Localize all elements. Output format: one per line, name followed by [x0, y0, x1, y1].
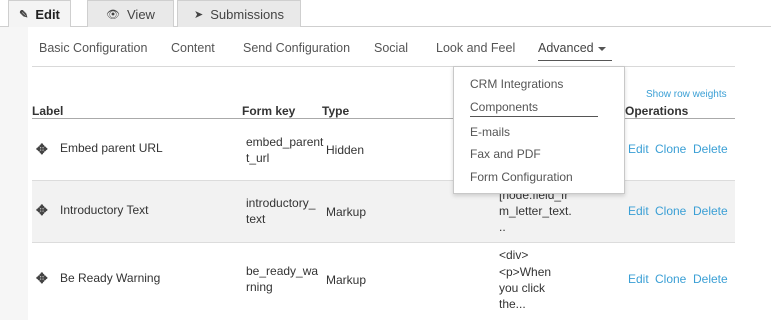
subtab-advanced-label: Advanced: [538, 41, 594, 55]
menu-item-fax-and-pdf[interactable]: Fax and PDF: [470, 147, 541, 161]
header-operations: Operations: [625, 104, 689, 118]
drag-handle-icon[interactable]: ✥: [36, 141, 48, 158]
row-value-line1: <div>: [499, 248, 529, 262]
drag-handle-icon[interactable]: ✥: [36, 202, 48, 219]
delete-link[interactable]: Delete: [693, 204, 728, 218]
header-form-key: Form key: [242, 104, 296, 118]
edit-link[interactable]: Edit: [628, 204, 649, 218]
advanced-dropdown-menu: CRM Integrations Components E-mails Fax …: [453, 66, 625, 194]
header-label: Label: [32, 104, 64, 118]
row-type: Markup: [326, 205, 367, 219]
row-form-key-line2: t_url: [246, 151, 270, 165]
subtab-send-configuration[interactable]: Send Configuration: [243, 41, 350, 55]
header-type: Type: [322, 104, 350, 118]
menu-item-form-configuration[interactable]: Form Configuration: [470, 170, 573, 184]
paper-plane-icon: ➤: [194, 8, 204, 21]
table-row: ✥ Embed parent URL embed_parent t_url Hi…: [32, 119, 735, 181]
caret-down-icon: [597, 46, 606, 51]
tab-view[interactable]: 👁 View: [87, 0, 174, 27]
drag-handle-icon[interactable]: ✥: [36, 270, 48, 287]
row-form-key-line1: embed_parent: [246, 135, 324, 149]
edit-link[interactable]: Edit: [628, 272, 649, 286]
menu-item-crm-integrations[interactable]: CRM Integrations: [470, 77, 563, 91]
row-form-key-line1: introductory_: [246, 196, 316, 210]
delete-link[interactable]: Delete: [693, 142, 728, 156]
show-row-weights-link[interactable]: Show row weights: [646, 89, 727, 100]
primary-tabs: ✎ Edit 👁 View ➤ Submissions: [0, 0, 771, 28]
pencil-icon: ✎: [19, 9, 29, 21]
subtabs-divider: [32, 66, 735, 67]
tab-edit-label: Edit: [35, 7, 60, 22]
clone-link[interactable]: Clone: [655, 204, 686, 218]
menu-item-components[interactable]: Components: [470, 100, 538, 114]
table-row: ✥ Introductory Text introductory_ text M…: [32, 181, 735, 243]
row-value-line3: you click: [499, 281, 546, 295]
row-value-line3: ..: [499, 220, 506, 234]
row-label: Be Ready Warning: [60, 271, 161, 285]
clone-link[interactable]: Clone: [655, 272, 686, 286]
row-type: Hidden: [326, 143, 365, 157]
row-value-line4: the...: [499, 297, 526, 311]
tab-submissions[interactable]: ➤ Submissions: [177, 0, 301, 27]
row-type: Markup: [326, 273, 367, 287]
row-label: Introductory Text: [60, 203, 149, 217]
row-form-key-line1: be_ready_wa: [246, 264, 319, 278]
clone-link[interactable]: Clone: [655, 142, 686, 156]
subtab-look-and-feel[interactable]: Look and Feel: [436, 41, 515, 55]
subtab-basic-configuration[interactable]: Basic Configuration: [39, 41, 147, 55]
subtab-advanced[interactable]: Advanced: [538, 41, 612, 61]
subtab-social[interactable]: Social: [374, 41, 408, 55]
tab-edit[interactable]: ✎ Edit: [8, 0, 71, 28]
row-label: Embed parent URL: [60, 141, 163, 155]
row-form-key-line2: rning: [246, 280, 273, 294]
row-form-key-line2: text: [246, 212, 266, 226]
edit-link[interactable]: Edit: [628, 142, 649, 156]
tab-submissions-label: Submissions: [210, 6, 284, 22]
row-value-line2: m_letter_text.: [499, 204, 572, 218]
tab-view-label: View: [127, 6, 155, 22]
eye-icon: 👁: [106, 8, 120, 21]
table-row: ✥ Be Ready Warning be_ready_wa rning Mar…: [32, 243, 735, 320]
menu-item-e-mails[interactable]: E-mails: [470, 125, 510, 139]
active-item-underline: [470, 116, 598, 117]
delete-link[interactable]: Delete: [693, 272, 728, 286]
subtab-content[interactable]: Content: [171, 41, 215, 55]
row-value-line2: <p>When: [499, 265, 552, 279]
